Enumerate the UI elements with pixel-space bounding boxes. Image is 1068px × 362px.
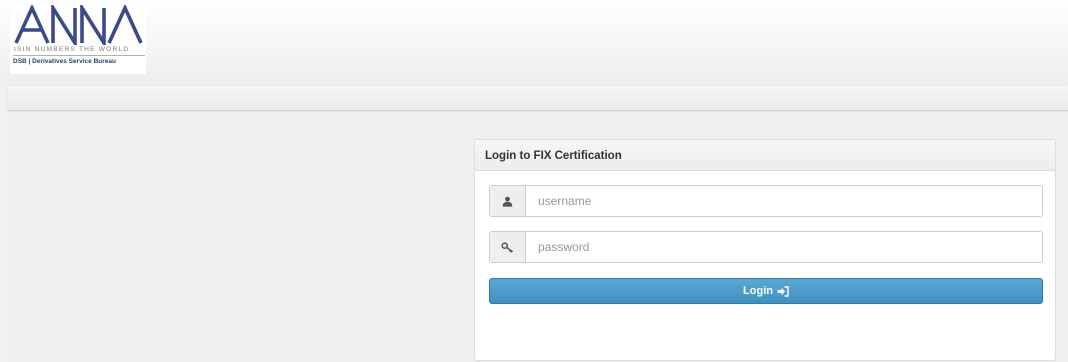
logo-tagline: ISIN NUMBERS THE WORLD xyxy=(14,46,130,53)
key-icon xyxy=(490,232,526,262)
sign-in-icon xyxy=(777,285,789,297)
user-icon xyxy=(490,186,526,216)
login-button-label: Login xyxy=(743,285,773,297)
password-input[interactable] xyxy=(526,232,1042,262)
password-input-group xyxy=(489,231,1043,263)
login-button[interactable]: Login xyxy=(489,278,1043,304)
navigation-bar xyxy=(8,86,1068,111)
login-panel-title: Login to FIX Certification xyxy=(475,140,1055,171)
username-input-group xyxy=(489,185,1043,217)
logo-divider xyxy=(13,55,145,56)
top-header: ISIN NUMBERS THE WORLD DSB | Derivatives… xyxy=(0,0,1068,86)
login-panel: Login to FIX Certification Login xyxy=(474,139,1056,361)
anna-logo-mark xyxy=(14,5,143,45)
username-input[interactable] xyxy=(526,186,1042,216)
logo-subtitle: DSB | Derivatives Service Bureau xyxy=(13,58,116,65)
anna-dsb-logo[interactable]: ISIN NUMBERS THE WORLD DSB | Derivatives… xyxy=(10,5,146,74)
